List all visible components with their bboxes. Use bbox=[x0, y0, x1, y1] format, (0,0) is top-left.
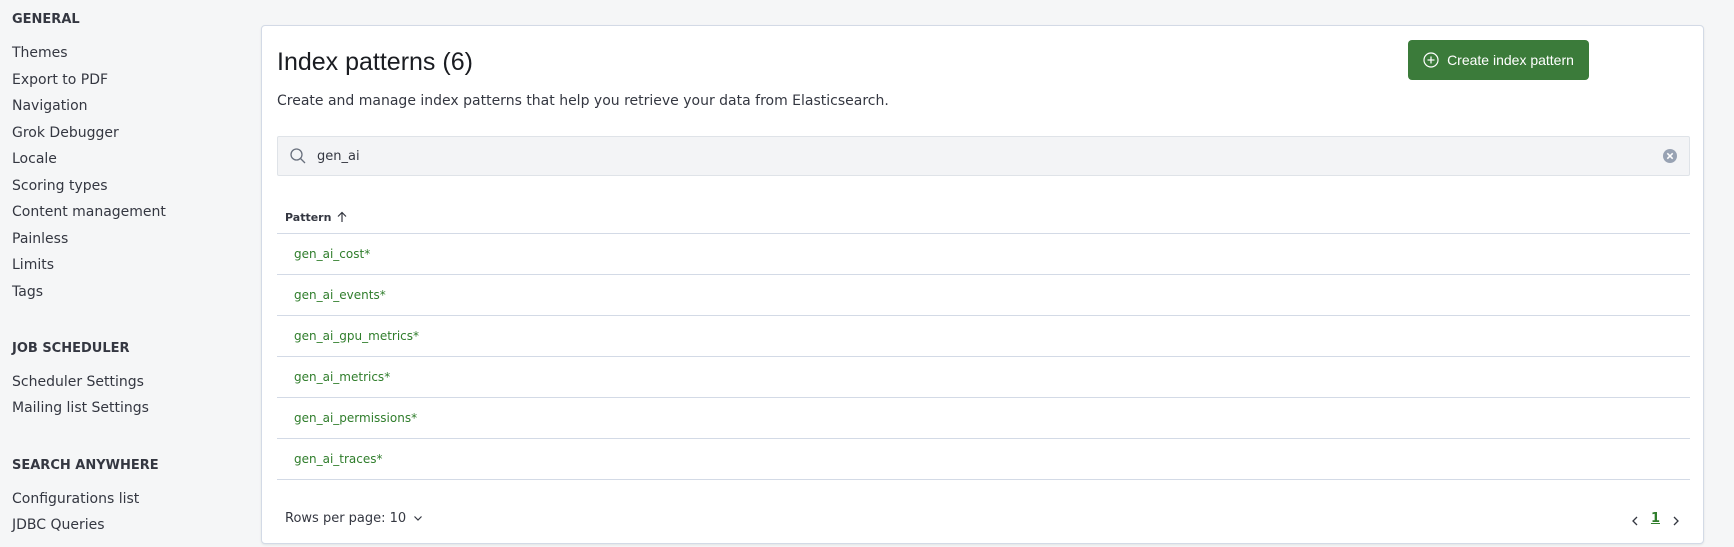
create-index-pattern-label: Create index pattern bbox=[1447, 52, 1574, 68]
chevron-right-icon[interactable] bbox=[1670, 512, 1682, 526]
sidebar-item-themes[interactable]: Themes bbox=[12, 45, 68, 61]
chevron-down-icon bbox=[412, 512, 424, 524]
index-pattern-link[interactable]: gen_ai_gpu_metrics* bbox=[294, 329, 419, 343]
search-input[interactable] bbox=[317, 137, 1662, 175]
clear-search-icon[interactable] bbox=[1662, 148, 1678, 164]
page-number-button[interactable]: 1 bbox=[1651, 511, 1660, 526]
sidebar: GENERAL Themes Export to PDF Navigation … bbox=[0, 0, 240, 547]
sidebar-item-scheduler-settings[interactable]: Scheduler Settings bbox=[12, 374, 144, 390]
sidebar-item-locale[interactable]: Locale bbox=[12, 151, 57, 167]
table-row: gen_ai_cost* bbox=[277, 234, 1690, 275]
table-row: gen_ai_traces* bbox=[277, 439, 1690, 480]
create-index-pattern-button[interactable]: Create index pattern bbox=[1408, 40, 1589, 80]
sidebar-item-tags[interactable]: Tags bbox=[12, 284, 43, 300]
pattern-column-header[interactable]: Pattern bbox=[285, 210, 349, 224]
sort-ascending-icon bbox=[335, 210, 349, 224]
pagination: 1 bbox=[1629, 511, 1690, 526]
rows-per-page-label: Rows per page: 10 bbox=[285, 510, 407, 526]
plus-circle-icon bbox=[1423, 52, 1439, 68]
chevron-left-icon[interactable] bbox=[1629, 512, 1641, 526]
sidebar-item-jdbc-queries[interactable]: JDBC Queries bbox=[12, 517, 105, 533]
table-header: Pattern bbox=[277, 201, 1690, 234]
sidebar-item-mailing-list-settings[interactable]: Mailing list Settings bbox=[12, 400, 149, 416]
sidebar-item-painless[interactable]: Painless bbox=[12, 231, 68, 247]
sidebar-item-configurations-list[interactable]: Configurations list bbox=[12, 491, 139, 507]
sidebar-item-navigation[interactable]: Navigation bbox=[12, 98, 88, 114]
index-pattern-table: gen_ai_cost* gen_ai_events* gen_ai_gpu_m… bbox=[277, 234, 1690, 480]
index-pattern-link[interactable]: gen_ai_traces* bbox=[294, 452, 383, 466]
page-description: Create and manage index patterns that he… bbox=[277, 93, 889, 109]
table-row: gen_ai_permissions* bbox=[277, 398, 1690, 439]
sidebar-item-export-to-pdf[interactable]: Export to PDF bbox=[12, 72, 108, 88]
table-footer: Rows per page: 10 1 bbox=[277, 506, 1690, 530]
sidebar-item-content-management[interactable]: Content management bbox=[12, 204, 166, 220]
index-pattern-link[interactable]: gen_ai_events* bbox=[294, 288, 386, 302]
page-title: Index patterns (6) bbox=[277, 48, 473, 76]
rows-per-page-dropdown[interactable]: Rows per page: 10 bbox=[277, 511, 424, 526]
search-icon bbox=[289, 147, 307, 165]
index-pattern-link[interactable]: gen_ai_metrics* bbox=[294, 370, 390, 384]
section-title-job-scheduler: JOB SCHEDULER bbox=[12, 341, 130, 356]
search-bar bbox=[277, 136, 1690, 176]
sidebar-item-limits[interactable]: Limits bbox=[12, 257, 54, 273]
index-pattern-link[interactable]: gen_ai_cost* bbox=[294, 247, 370, 261]
section-title-general: GENERAL bbox=[12, 12, 80, 27]
sidebar-item-scoring-types[interactable]: Scoring types bbox=[12, 178, 108, 194]
table-row: gen_ai_events* bbox=[277, 275, 1690, 316]
table-row: gen_ai_gpu_metrics* bbox=[277, 316, 1690, 357]
sidebar-item-grok-debugger[interactable]: Grok Debugger bbox=[12, 125, 119, 141]
index-patterns-panel: Index patterns (6) Create and manage ind… bbox=[261, 25, 1704, 544]
pattern-column-label: Pattern bbox=[285, 210, 332, 224]
section-title-search-anywhere: SEARCH ANYWHERE bbox=[12, 458, 159, 473]
table-row: gen_ai_metrics* bbox=[277, 357, 1690, 398]
index-pattern-link[interactable]: gen_ai_permissions* bbox=[294, 411, 417, 425]
